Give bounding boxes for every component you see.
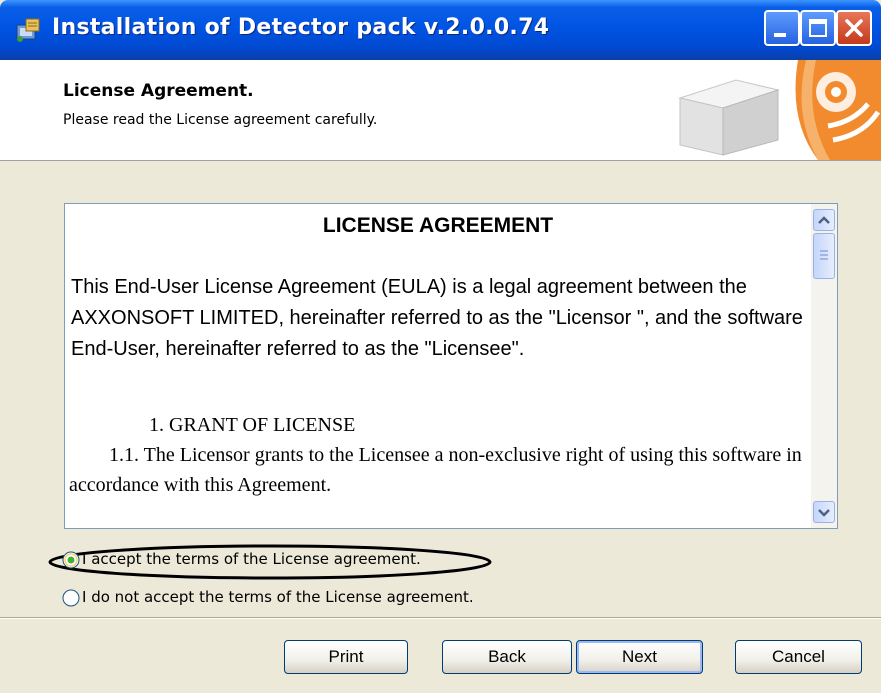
accept-radio-label: I accept the terms of the License agreem… <box>82 550 421 568</box>
installer-window: Installation of Detector pack v.2.0.0.74… <box>0 0 881 693</box>
page-title: License Agreement. <box>63 81 254 101</box>
maximize-icon <box>809 19 827 37</box>
next-button[interactable]: Next <box>576 640 703 674</box>
close-button[interactable] <box>836 10 872 46</box>
wizard-header: License Agreement. Please read the Licen… <box>0 60 881 161</box>
window-title: Installation of Detector pack v.2.0.0.74 <box>52 15 550 40</box>
close-icon <box>845 19 863 37</box>
product-box-logo-icon <box>678 60 881 160</box>
title-bar[interactable]: Installation of Detector pack v.2.0.0.74 <box>0 0 881 60</box>
print-button[interactable]: Print <box>284 640 408 674</box>
installer-icon <box>16 18 40 42</box>
chevron-up-icon <box>818 216 830 224</box>
minimize-icon <box>774 33 786 37</box>
chevron-down-icon <box>818 509 830 517</box>
license-paragraph: This End-User License Agreement (EULA) i… <box>71 276 803 360</box>
scroll-up-button[interactable] <box>813 209 835 231</box>
button-separator <box>0 617 881 619</box>
license-text-box[interactable]: LICENSE AGREEMENT This End-User License … <box>64 203 838 529</box>
back-button[interactable]: Back <box>442 640 572 674</box>
maximize-button[interactable] <box>800 10 836 46</box>
cancel-button[interactable]: Cancel <box>735 640 862 674</box>
radio-unselected-icon[interactable] <box>62 589 80 607</box>
license-grant-heading: 1. GRANT OF LICENSE <box>149 414 356 436</box>
minimize-button[interactable] <box>764 10 800 46</box>
decline-radio-label: I do not accept the terms of the License… <box>82 588 474 606</box>
license-clause: 1.1. The Licensor grants to the Licensee… <box>69 444 802 496</box>
scroll-thumb[interactable] <box>813 233 835 279</box>
vertical-scrollbar[interactable] <box>811 204 837 528</box>
license-heading: LICENSE AGREEMENT <box>322 214 554 237</box>
radio-selected-icon[interactable] <box>62 551 80 569</box>
page-subtitle: Please read the License agreement carefu… <box>63 112 378 128</box>
scroll-down-button[interactable] <box>813 501 835 523</box>
